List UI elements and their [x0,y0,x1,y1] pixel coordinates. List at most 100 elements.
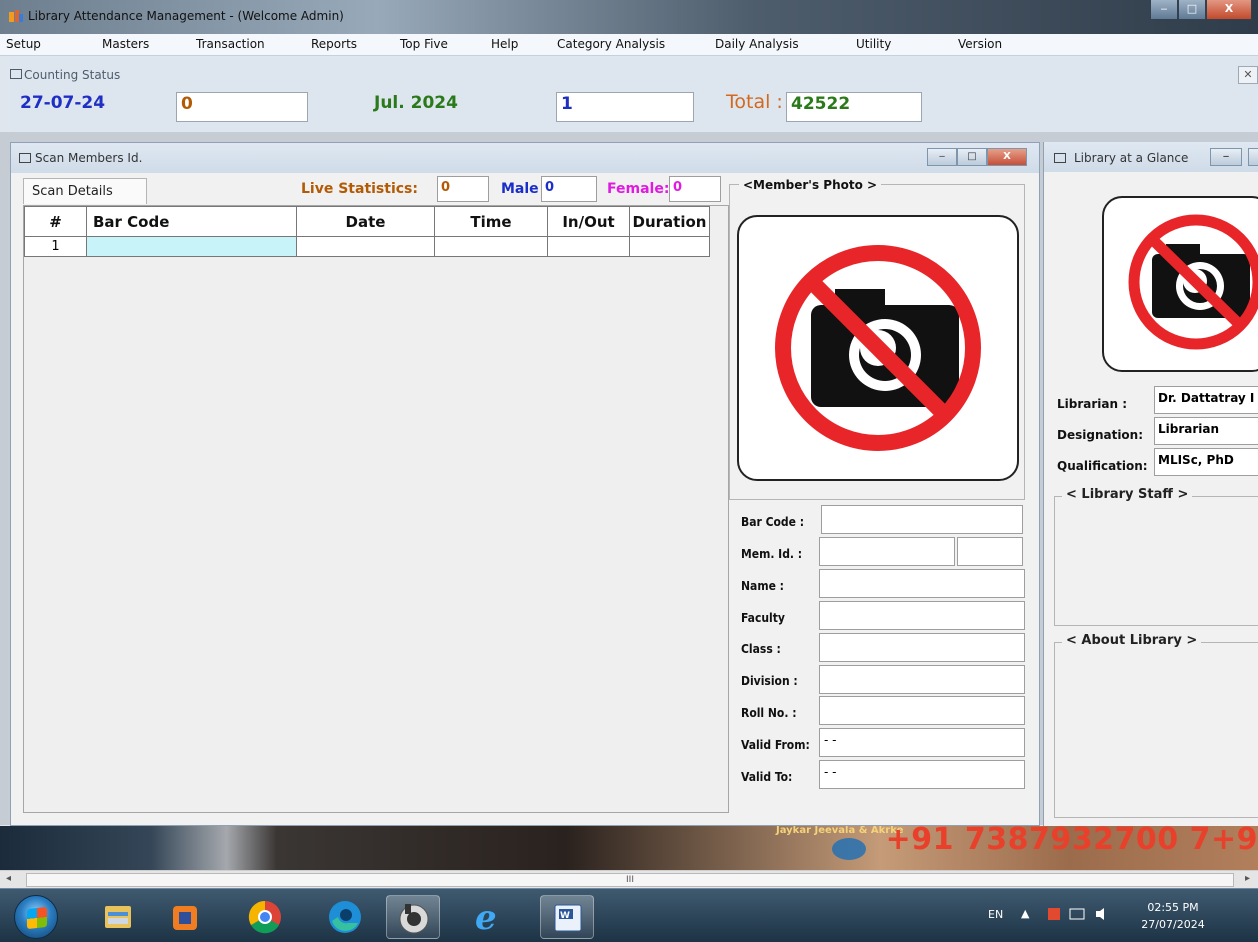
live-statistics-label: Live Statistics: [301,181,418,197]
chrome-icon [248,900,281,934]
word-icon: W [554,904,582,932]
counting-status-panel: Counting Status ✕ 27-07-24 0 Jul. 2024 1… [10,57,1258,131]
female-label: Female: [607,181,670,197]
menu-daily-analysis[interactable]: Daily Analysis [715,37,799,51]
faculty-field[interactable] [819,601,1025,630]
col-header-duration[interactable]: Duration [629,206,710,237]
edge-icon [329,901,361,933]
scan-close-button[interactable]: X [987,148,1027,166]
scroll-right-icon[interactable]: ▸ [1245,873,1250,884]
division-field[interactable] [819,665,1025,694]
scan-restore-button[interactable]: □ [957,148,987,166]
footer-banner: Jaykar Jeevala & Akrke +91 7387932700 7+… [0,826,1258,870]
cell-time[interactable] [434,236,548,257]
month-count: 1 [561,94,573,114]
close-button[interactable]: X [1206,0,1252,20]
menu-category-analysis[interactable]: Category Analysis [557,37,665,51]
no-camera-icon [1128,214,1258,350]
menu-help[interactable]: Help [491,37,518,51]
minimize-button[interactable]: ‒ [1150,0,1178,20]
month-count-box: 1 [556,92,694,122]
menu-utility[interactable]: Utility [856,37,891,51]
col-header-time[interactable]: Time [434,206,548,237]
taskbar-edge[interactable] [318,895,372,939]
tab-scan-details[interactable]: Scan Details [23,178,147,204]
panel-icon [10,69,22,79]
counting-close-icon[interactable]: ✕ [1238,66,1258,84]
horizontal-scrollbar[interactable]: ◂ III ▸ [0,870,1258,888]
scan-members-window: Scan Members Id. ‒ □ X Scan Details Live… [10,142,1040,826]
taskbar-word[interactable]: W [540,895,594,939]
bar-code-field[interactable] [821,505,1023,534]
col-header-number[interactable]: # [24,206,87,237]
taskbar-library-app[interactable] [386,895,440,939]
volume-icon [1096,908,1104,920]
glance-minimize-button[interactable]: ‒ [1210,148,1242,166]
roll-no-field[interactable] [819,696,1025,725]
window-title-bar[interactable]: Library Attendance Management - (Welcome… [0,0,1258,34]
faculty-label: Faculty [741,611,785,625]
menu-transaction[interactable]: Transaction [196,37,265,51]
scroll-thumb[interactable]: III [26,873,1234,887]
live-statistics-value: 0 [437,176,489,202]
table-row[interactable]: 1 [24,236,710,257]
cell-number: 1 [24,236,87,257]
menu-version[interactable]: Version [958,37,1002,51]
col-header-bar-code[interactable]: Bar Code [86,206,297,237]
col-header-date[interactable]: Date [296,206,435,237]
division-label: Division : [741,674,798,688]
current-month: Jul. 2024 [374,93,458,113]
menu-reports[interactable]: Reports [311,37,357,51]
start-button[interactable] [14,895,58,939]
menu-top-five[interactable]: Top Five [400,37,448,51]
scan-window-titlebar[interactable]: Scan Members Id. ‒ □ X [11,143,1039,173]
cell-bar-code[interactable] [86,236,297,257]
table-header-row: # Bar Code Date Time In/Out Duration [24,206,710,237]
mem-id-extra-field[interactable] [957,537,1023,566]
language-indicator[interactable]: EN [988,908,1003,921]
window-icon [1054,153,1066,163]
internet-explorer-icon: e [475,898,497,938]
scan-minimize-button[interactable]: ‒ [927,148,957,166]
qualification-field[interactable]: MLISc, PhD [1154,448,1258,476]
tray-expand-icon[interactable]: ▲ [1021,907,1029,920]
taskbar-chrome[interactable] [238,895,292,939]
folder-icon [105,906,131,928]
mem-id-field[interactable] [819,537,955,566]
member-photo-caption: <Member's Photo > [739,178,882,192]
today-date: 27-07-24 [20,93,106,113]
counting-status-header: Counting Status [24,68,121,82]
class-label: Class : [741,642,781,656]
taskbar-media-player[interactable] [158,895,212,939]
qualification-label: Qualification: [1057,459,1148,473]
windows-logo-icon [27,906,47,930]
scroll-left-icon[interactable]: ◂ [6,873,11,884]
menu-setup[interactable]: Setup [6,37,41,51]
bar-code-label: Bar Code : [741,515,805,529]
cell-in-out[interactable] [547,236,630,257]
name-field[interactable] [819,569,1025,598]
window-title: Library Attendance Management - (Welcome… [28,9,344,23]
taskbar-internet-explorer[interactable]: e [462,895,516,939]
taskbar-explorer[interactable] [90,895,144,939]
menu-masters[interactable]: Masters [102,37,149,51]
clock[interactable]: 02:55 PM 27/07/2024 [1130,899,1216,933]
librarian-label: Librarian : [1057,397,1128,411]
valid-to-field[interactable]: - - [819,760,1025,789]
about-library-group [1054,642,1258,818]
glance-restore-button[interactable] [1248,148,1258,166]
male-label: Male [501,181,539,197]
maximize-button[interactable]: □ [1178,0,1206,20]
designation-field[interactable]: Librarian [1154,417,1258,445]
glance-window-titlebar[interactable]: Library at a Glance ‒ [1044,142,1258,172]
librarian-field[interactable]: Dr. Dattatray I [1154,386,1258,414]
menu-bar: Setup Masters Transaction Reports Top Fi… [0,34,1258,56]
cell-duration[interactable] [629,236,710,257]
col-header-in-out[interactable]: In/Out [547,206,630,237]
cell-date[interactable] [296,236,435,257]
class-field[interactable] [819,633,1025,662]
valid-from-field[interactable]: - - [819,728,1025,757]
svg-text:W: W [560,911,570,921]
clock-date: 27/07/2024 [1141,918,1205,931]
banner-phone: +91 7387932700 7+9 [885,826,1258,857]
